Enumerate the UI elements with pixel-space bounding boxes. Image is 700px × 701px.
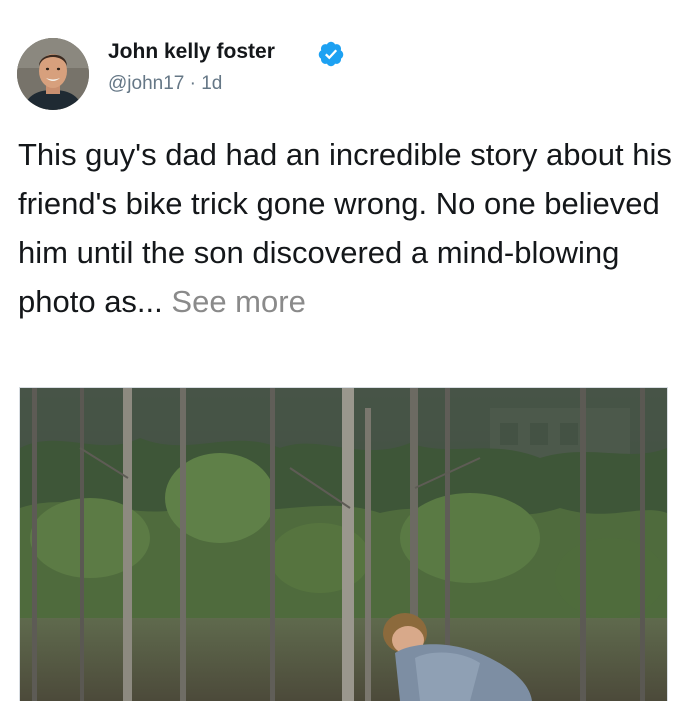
author-name[interactable]: John kelly foster bbox=[108, 40, 275, 64]
see-more-link[interactable]: See more bbox=[171, 284, 305, 319]
tweet-meta: @john17 · 1d bbox=[108, 73, 222, 95]
tweet-text: This guy's dad had an incredible story a… bbox=[18, 130, 688, 326]
verified-badge-icon bbox=[318, 41, 344, 67]
author-avatar[interactable] bbox=[17, 38, 89, 110]
avatar-image bbox=[17, 38, 89, 110]
author-handle[interactable]: @john17 bbox=[108, 73, 184, 94]
bike-trick-photo bbox=[20, 388, 667, 701]
meta-separator: · bbox=[189, 73, 196, 94]
tweet-body: This guy's dad had an incredible story a… bbox=[18, 137, 672, 319]
tweet-timestamp[interactable]: 1d bbox=[201, 73, 222, 94]
tweet-media-photo[interactable] bbox=[19, 387, 668, 701]
